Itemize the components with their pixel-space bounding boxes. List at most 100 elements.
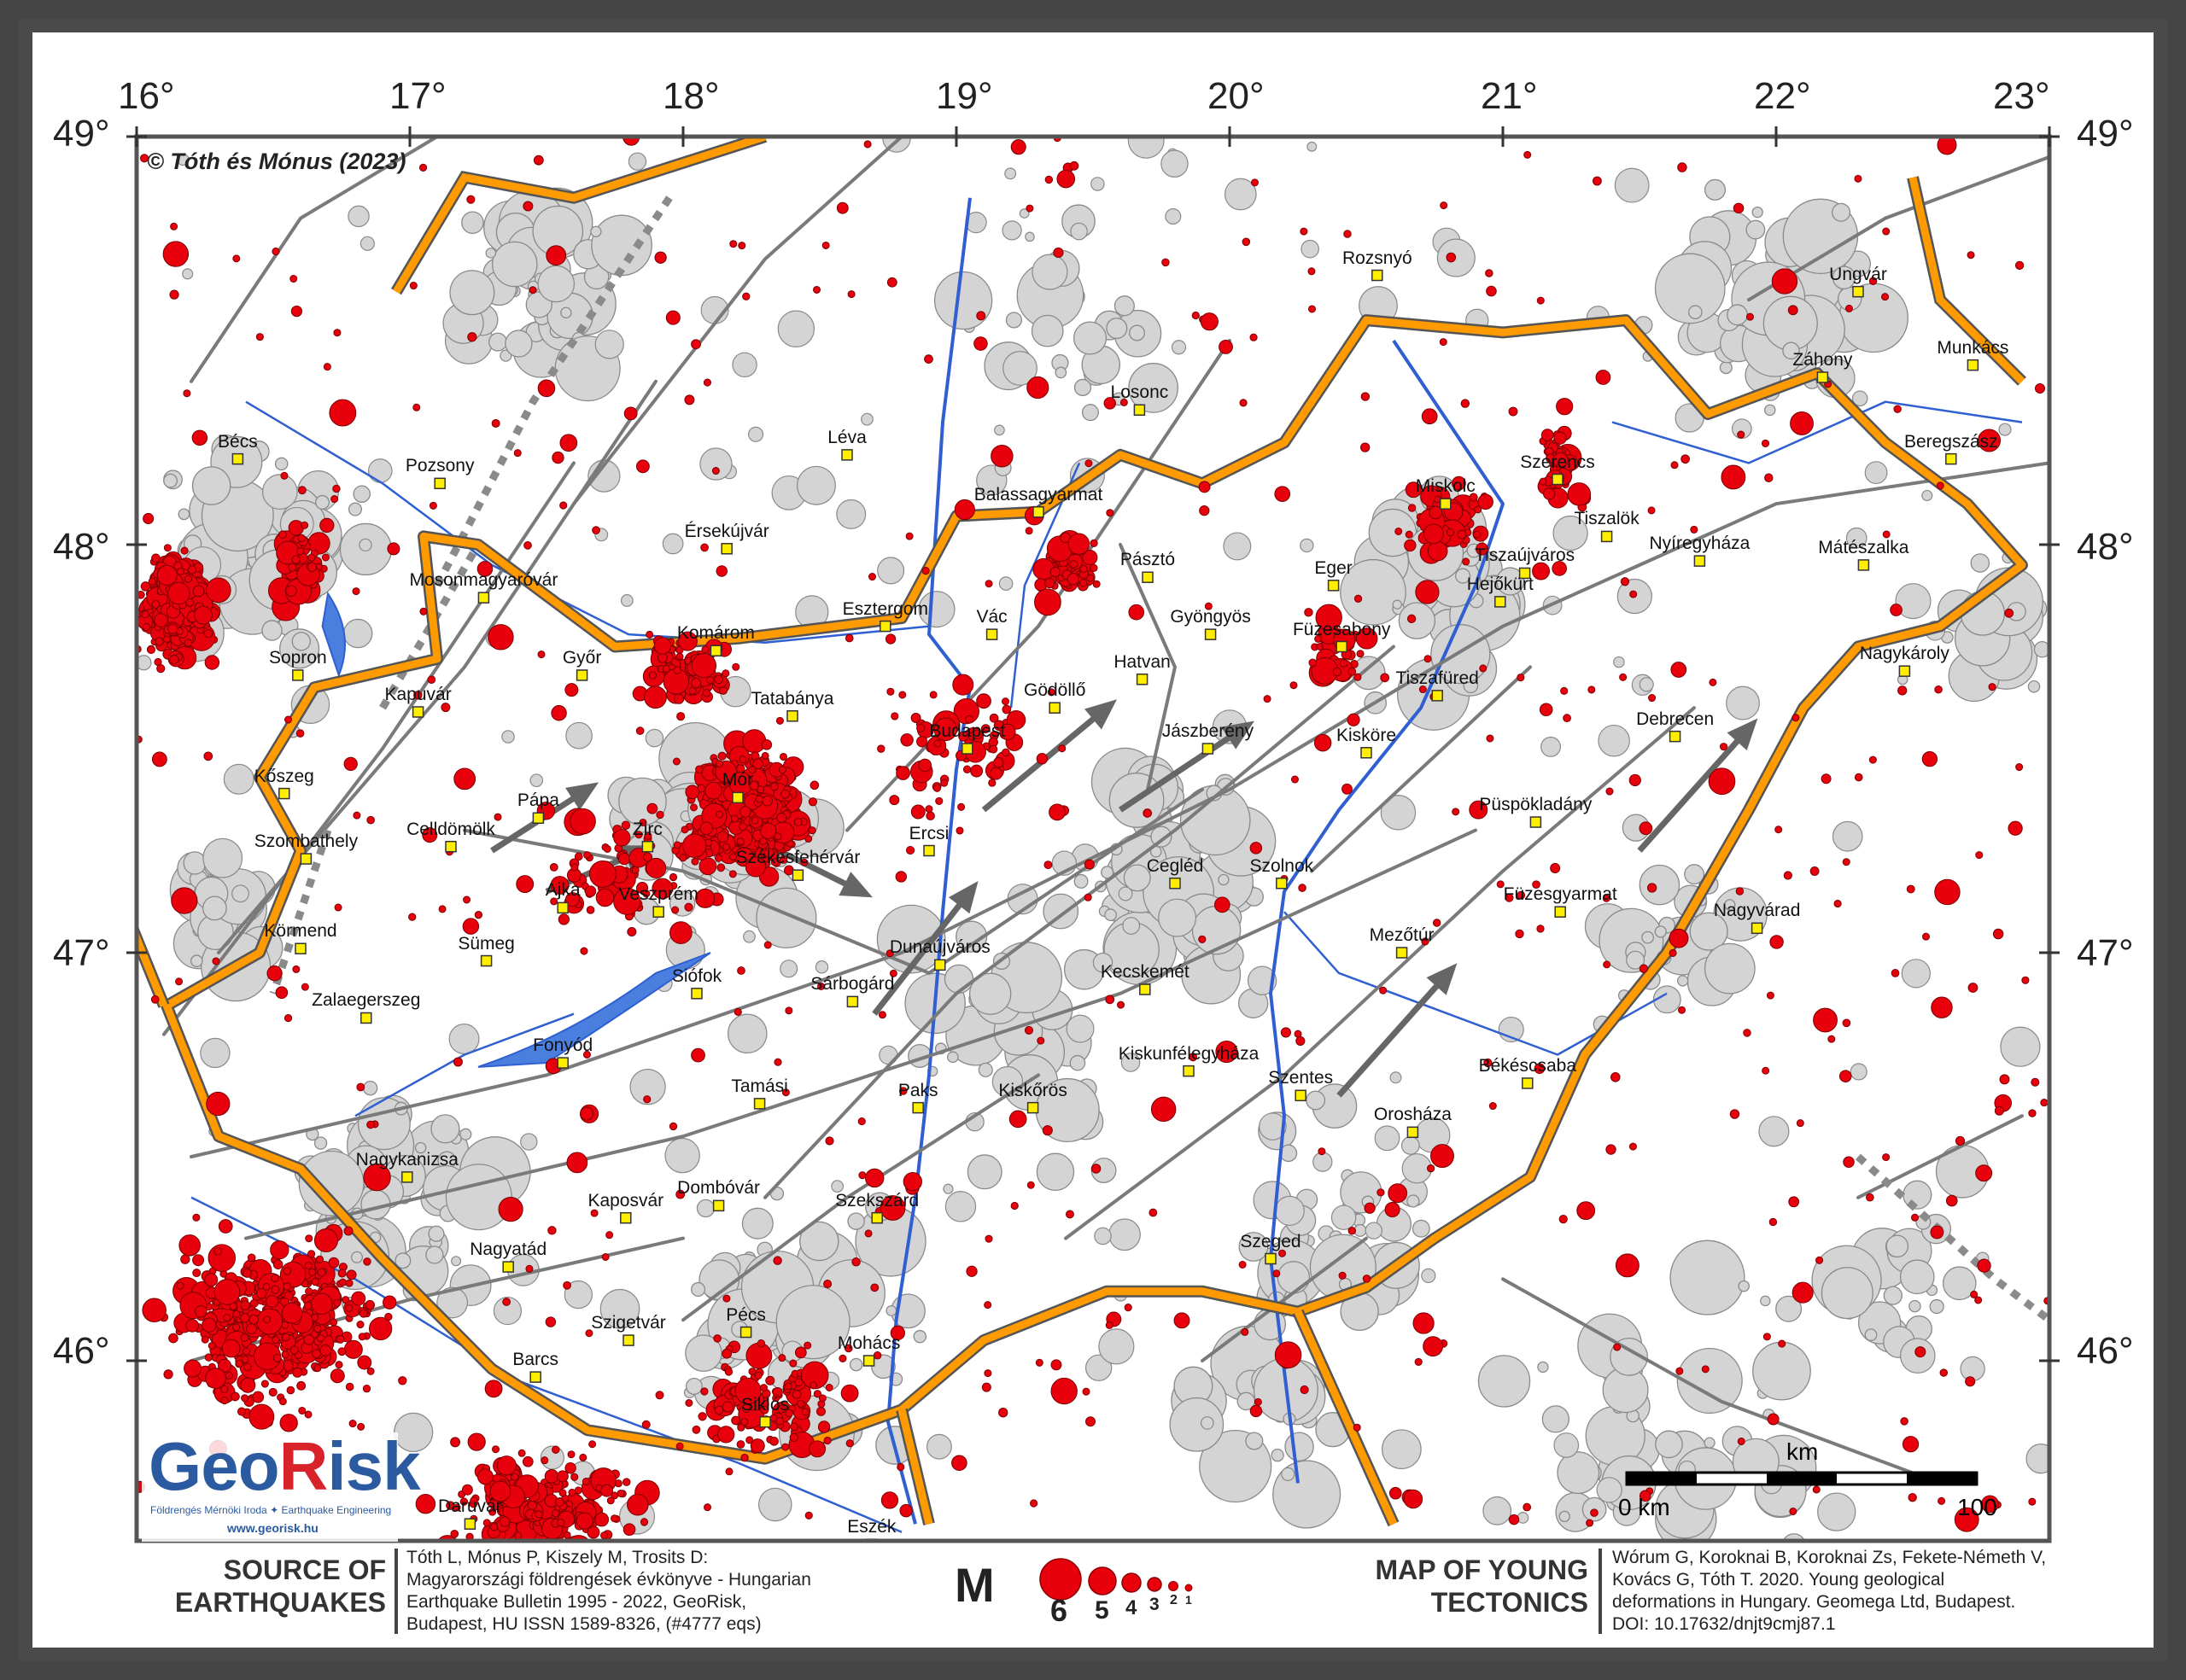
city-label: Szolnok bbox=[1249, 855, 1314, 876]
city-marker bbox=[1529, 816, 1542, 828]
city-marker bbox=[231, 452, 244, 465]
lon-label-16-top: 16° bbox=[118, 75, 175, 117]
copyright-note: © Tóth és Mónus (2023) bbox=[147, 149, 406, 174]
city-label: Barcs bbox=[512, 1350, 559, 1370]
city-marker bbox=[1133, 404, 1146, 417]
city-marker bbox=[1360, 747, 1372, 759]
city-label: Miskolc bbox=[1415, 476, 1476, 497]
city-label: Eszék bbox=[847, 1517, 897, 1537]
city-label: Kaposvár bbox=[587, 1190, 664, 1210]
city-label: Ajka bbox=[545, 880, 581, 901]
city-marker bbox=[1142, 571, 1154, 583]
city-label: Szigetvár bbox=[591, 1313, 666, 1333]
city-label: Füzesgyarmat bbox=[1503, 884, 1617, 905]
legend-separator-1 bbox=[395, 1549, 398, 1634]
city-marker bbox=[1945, 452, 1957, 465]
city-label: Tamási bbox=[731, 1076, 788, 1096]
city-label: Záhony bbox=[1792, 350, 1853, 370]
city-label: Siófok bbox=[671, 965, 722, 986]
city-marker bbox=[360, 1012, 372, 1024]
city-marker bbox=[622, 1334, 634, 1346]
lat-label-48-left: 48° bbox=[53, 526, 110, 568]
city-marker bbox=[445, 840, 457, 853]
city-label: Hatvan bbox=[1113, 651, 1171, 672]
city-marker bbox=[1295, 1089, 1306, 1102]
city-marker bbox=[529, 1371, 541, 1383]
city-marker bbox=[1327, 580, 1340, 592]
city-marker bbox=[862, 1355, 875, 1367]
city-label: Füzesabony bbox=[1292, 619, 1391, 639]
city-label: Pozsony bbox=[405, 456, 475, 476]
city-marker bbox=[1552, 473, 1564, 486]
city-label: Bécs bbox=[218, 431, 258, 452]
city-label: Celldömölk bbox=[406, 819, 495, 839]
lat-label-46-right: 46° bbox=[2077, 1330, 2134, 1372]
scale-end-label: 100 bbox=[1957, 1494, 1997, 1520]
city-label: Siklós bbox=[740, 1394, 790, 1415]
lat-label-49-right: 49° bbox=[2077, 113, 2134, 155]
city-label: Tiszaújváros bbox=[1475, 545, 1575, 566]
city-marker bbox=[1049, 702, 1061, 714]
city-marker bbox=[1494, 596, 1506, 608]
logo-subtitle: Földrengés Mérnöki Iroda ✦ Earthquake En… bbox=[150, 1504, 392, 1516]
lon-label-23-top: 23° bbox=[1993, 75, 2050, 117]
city-marker bbox=[710, 645, 722, 657]
lat-label-48-right: 48° bbox=[2077, 526, 2134, 568]
city-label: Szombathely bbox=[254, 831, 359, 852]
city-marker bbox=[576, 669, 588, 681]
city-label: Eger bbox=[1314, 557, 1353, 578]
city-label: Daruvár bbox=[438, 1496, 502, 1517]
city-label: Fonyód bbox=[533, 1035, 593, 1056]
city-marker bbox=[912, 1101, 924, 1114]
city-marker bbox=[1169, 877, 1181, 890]
city-label: Kiskőrös bbox=[998, 1080, 1067, 1100]
city-marker bbox=[464, 1518, 476, 1530]
legend-bar: SOURCE OF EARTHQUAKES Tóth L, Mónus P, K… bbox=[137, 1545, 2049, 1648]
city-marker bbox=[1371, 269, 1383, 282]
city-marker bbox=[1032, 506, 1044, 518]
city-label: Gödöllő bbox=[1023, 680, 1086, 701]
city-label: Munkács bbox=[1937, 337, 2009, 358]
city-label: Tiszafüred bbox=[1395, 668, 1479, 688]
city-marker bbox=[753, 1098, 766, 1110]
city-marker bbox=[1139, 983, 1151, 995]
city-label: Cegléd bbox=[1146, 855, 1204, 876]
city-marker bbox=[880, 620, 891, 633]
scale-bar bbox=[1625, 1471, 1979, 1486]
city-label: Orosháza bbox=[1373, 1105, 1452, 1125]
city-marker bbox=[1204, 628, 1217, 640]
city-marker bbox=[300, 853, 313, 865]
city-label: Ercsi bbox=[909, 823, 950, 843]
city-label: Debrecen bbox=[1636, 709, 1715, 729]
mag-2-label: 2 bbox=[1170, 1593, 1178, 1607]
city-marker bbox=[1816, 371, 1829, 383]
city-marker bbox=[292, 669, 304, 681]
logo-url: www.georisk.hu bbox=[227, 1521, 319, 1535]
city-marker bbox=[846, 995, 859, 1008]
city-marker bbox=[1336, 640, 1347, 653]
city-marker bbox=[923, 844, 935, 857]
city-marker bbox=[786, 710, 798, 722]
city-marker bbox=[1265, 1252, 1277, 1265]
city-label: Zirc bbox=[632, 819, 663, 839]
lon-label-22-top: 22° bbox=[1754, 75, 1811, 117]
city-marker bbox=[1276, 877, 1288, 890]
lon-label-21-top: 21° bbox=[1481, 75, 1538, 117]
city-marker bbox=[477, 592, 490, 604]
city-label: Losonc bbox=[1110, 382, 1169, 403]
city-label: Balassagyarmat bbox=[973, 484, 1103, 505]
city-label: Vác bbox=[976, 607, 1008, 627]
city-label: Érsekújvár bbox=[684, 521, 769, 541]
source-heading: SOURCE OF EARTHQUAKES bbox=[174, 1555, 386, 1618]
city-label: Jászberény bbox=[1161, 721, 1254, 741]
city-marker bbox=[1751, 922, 1763, 935]
city-marker bbox=[732, 791, 744, 804]
city-marker bbox=[739, 1326, 752, 1339]
city-marker bbox=[1857, 559, 1870, 571]
mag-6-label: 6 bbox=[1050, 1593, 1068, 1628]
city-marker bbox=[1395, 947, 1408, 959]
city-label: Mosonmagyaróvár bbox=[409, 570, 558, 591]
historic-earthquakes-layer bbox=[137, 137, 2049, 1541]
city-label: Beregszász bbox=[1903, 431, 1998, 452]
city-label: Pápa bbox=[517, 790, 559, 811]
